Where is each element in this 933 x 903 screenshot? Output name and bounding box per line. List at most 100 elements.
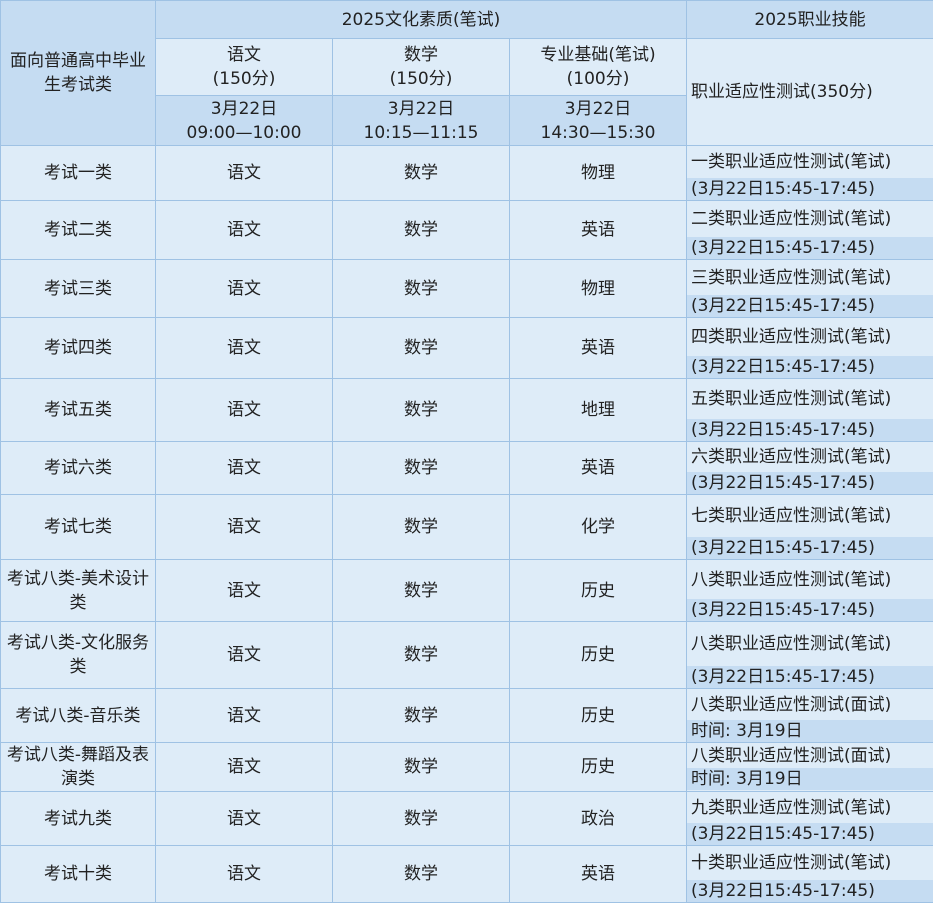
- row-basic: 历史: [510, 622, 687, 689]
- table-row: 考试八类-文化服务类语文数学历史八类职业适应性测试(笔试)(3月22日15:45…: [1, 622, 933, 689]
- row-category: 考试四类: [1, 318, 156, 379]
- row-chinese: 语文: [156, 846, 333, 903]
- header-basic-schedule: 3月22日 14:30—15:30: [510, 96, 687, 146]
- row-aptitude-test: 八类职业适应性测试(面试): [687, 744, 933, 768]
- row-basic: 历史: [510, 743, 687, 792]
- row-basic: 地理: [510, 379, 687, 442]
- row-category: 考试五类: [1, 379, 156, 442]
- header-category: 面向普通高中毕业生考试类: [1, 1, 156, 146]
- row-aptitude-time: (3月22日15:45-17:45): [687, 237, 933, 259]
- row-basic: 政治: [510, 792, 687, 846]
- row-category: 考试七类: [1, 495, 156, 560]
- row-chinese: 语文: [156, 792, 333, 846]
- row-math: 数学: [333, 379, 510, 442]
- row-aptitude-time: 时间: 3月19日: [687, 720, 933, 742]
- row-aptitude-test: 六类职业适应性测试(笔试): [687, 443, 933, 472]
- row-aptitude: 四类职业适应性测试(笔试)(3月22日15:45-17:45): [687, 318, 933, 379]
- row-aptitude-test: 七类职业适应性测试(笔试): [687, 496, 933, 537]
- row-aptitude-test: 八类职业适应性测试(笔试): [687, 561, 933, 599]
- row-aptitude-time: (3月22日15:45-17:45): [687, 419, 933, 441]
- row-chinese: 语文: [156, 560, 333, 622]
- row-basic: 物理: [510, 146, 687, 201]
- header-basic-name: 专业基础(笔试): [510, 43, 686, 67]
- row-aptitude-time: (3月22日15:45-17:45): [687, 880, 933, 902]
- header-skill-group: 2025职业技能: [687, 1, 933, 39]
- row-category: 考试二类: [1, 201, 156, 260]
- row-basic: 历史: [510, 689, 687, 743]
- row-aptitude-time: (3月22日15:45-17:45): [687, 178, 933, 200]
- row-chinese: 语文: [156, 318, 333, 379]
- row-aptitude-test: 十类职业适应性测试(笔试): [687, 847, 933, 880]
- row-math: 数学: [333, 495, 510, 560]
- header-culture-group: 2025文化素质(笔试): [156, 1, 687, 39]
- row-aptitude-time: (3月22日15:45-17:45): [687, 537, 933, 559]
- table-row: 考试八类-音乐类语文数学历史八类职业适应性测试(面试)时间: 3月19日: [1, 689, 933, 743]
- row-math: 数学: [333, 146, 510, 201]
- header-basic: 专业基础(笔试) (100分): [510, 39, 687, 96]
- row-basic: 物理: [510, 260, 687, 318]
- row-math: 数学: [333, 318, 510, 379]
- row-chinese: 语文: [156, 379, 333, 442]
- row-aptitude: 八类职业适应性测试(笔试)(3月22日15:45-17:45): [687, 560, 933, 622]
- header-basic-score: (100分): [510, 67, 686, 91]
- header-chinese-name: 语文: [156, 43, 332, 67]
- row-aptitude-time: (3月22日15:45-17:45): [687, 356, 933, 378]
- row-category: 考试三类: [1, 260, 156, 318]
- row-category: 考试八类-音乐类: [1, 689, 156, 743]
- row-aptitude-test: 一类职业适应性测试(笔试): [687, 147, 933, 178]
- row-basic: 历史: [510, 560, 687, 622]
- table-row: 考试五类语文数学地理五类职业适应性测试(笔试)(3月22日15:45-17:45…: [1, 379, 933, 442]
- row-aptitude-time: (3月22日15:45-17:45): [687, 666, 933, 688]
- row-basic: 英语: [510, 846, 687, 903]
- table-row: 考试六类语文数学英语六类职业适应性测试(笔试)(3月22日15:45-17:45…: [1, 442, 933, 495]
- row-aptitude-test: 三类职业适应性测试(笔试): [687, 261, 933, 295]
- row-category: 考试八类-美术设计类: [1, 560, 156, 622]
- row-math: 数学: [333, 560, 510, 622]
- table-row: 考试四类语文数学英语四类职业适应性测试(笔试)(3月22日15:45-17:45…: [1, 318, 933, 379]
- header-math-score: (150分): [333, 67, 509, 91]
- row-math: 数学: [333, 743, 510, 792]
- row-aptitude-time: (3月22日15:45-17:45): [687, 472, 933, 494]
- row-category: 考试八类-舞蹈及表演类: [1, 743, 156, 792]
- table-row: 考试二类语文数学英语二类职业适应性测试(笔试)(3月22日15:45-17:45…: [1, 201, 933, 260]
- table-row: 考试七类语文数学化学七类职业适应性测试(笔试)(3月22日15:45-17:45…: [1, 495, 933, 560]
- row-aptitude-time: (3月22日15:45-17:45): [687, 823, 933, 845]
- header-chinese-date: 3月22日: [156, 97, 332, 121]
- row-aptitude: 二类职业适应性测试(笔试)(3月22日15:45-17:45): [687, 201, 933, 260]
- row-aptitude: 九类职业适应性测试(笔试)(3月22日15:45-17:45): [687, 792, 933, 846]
- header-math: 数学 (150分): [333, 39, 510, 96]
- row-chinese: 语文: [156, 689, 333, 743]
- header-chinese-schedule: 3月22日 09:00—10:00: [156, 96, 333, 146]
- header-category-label: 面向普通高中毕业生考试类: [4, 49, 152, 97]
- row-chinese: 语文: [156, 743, 333, 792]
- row-aptitude: 八类职业适应性测试(面试)时间: 3月19日: [687, 689, 933, 743]
- row-basic: 英语: [510, 201, 687, 260]
- row-math: 数学: [333, 622, 510, 689]
- row-chinese: 语文: [156, 495, 333, 560]
- row-chinese: 语文: [156, 201, 333, 260]
- row-chinese: 语文: [156, 622, 333, 689]
- row-aptitude: 十类职业适应性测试(笔试)(3月22日15:45-17:45): [687, 846, 933, 903]
- header-math-name: 数学: [333, 43, 509, 67]
- row-chinese: 语文: [156, 146, 333, 201]
- row-basic: 化学: [510, 495, 687, 560]
- row-category: 考试六类: [1, 442, 156, 495]
- row-aptitude-test: 八类职业适应性测试(面试): [687, 690, 933, 720]
- table-row: 考试九类语文数学政治九类职业适应性测试(笔试)(3月22日15:45-17:45…: [1, 792, 933, 846]
- row-aptitude-time: 时间: 3月19日: [687, 768, 933, 790]
- row-category: 考试八类-文化服务类: [1, 622, 156, 689]
- header-math-schedule: 3月22日 10:15—11:15: [333, 96, 510, 146]
- row-math: 数学: [333, 260, 510, 318]
- table-row: 考试八类-舞蹈及表演类语文数学历史八类职业适应性测试(面试)时间: 3月19日: [1, 743, 933, 792]
- table-row: 考试八类-美术设计类语文数学历史八类职业适应性测试(笔试)(3月22日15:45…: [1, 560, 933, 622]
- header-aptitude: 职业适应性测试(350分): [687, 39, 933, 146]
- row-category: 考试九类: [1, 792, 156, 846]
- row-category: 考试十类: [1, 846, 156, 903]
- header-chinese: 语文 (150分): [156, 39, 333, 96]
- row-math: 数学: [333, 846, 510, 903]
- row-aptitude-time: (3月22日15:45-17:45): [687, 599, 933, 621]
- header-math-time: 10:15—11:15: [333, 121, 509, 145]
- row-math: 数学: [333, 792, 510, 846]
- row-math: 数学: [333, 689, 510, 743]
- row-aptitude-time: (3月22日15:45-17:45): [687, 295, 933, 317]
